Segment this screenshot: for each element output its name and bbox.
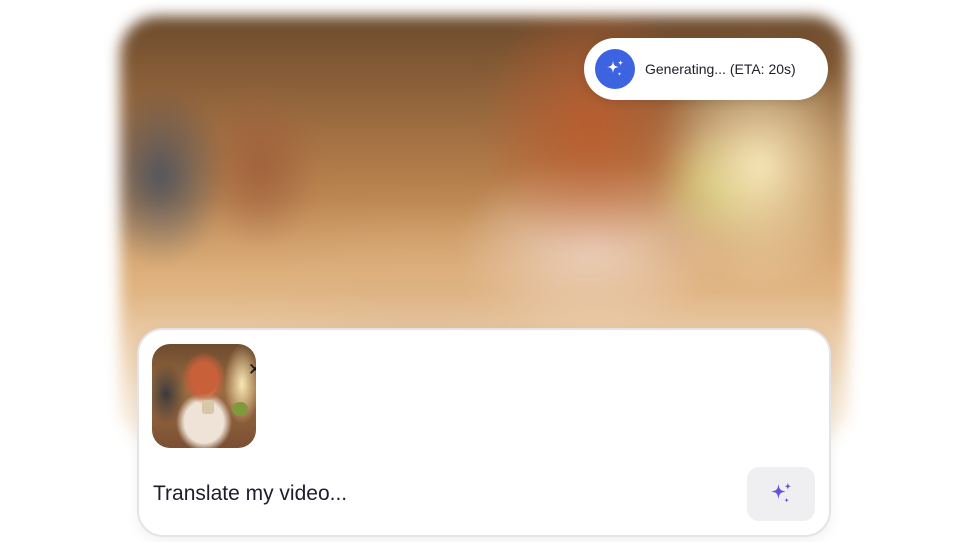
sparkle-icon [771,482,792,503]
attached-image-thumbnail[interactable]: ✕ [152,344,256,448]
close-icon[interactable]: ✕ [246,360,256,378]
thumbnail-detail [232,402,248,416]
generate-button[interactable] [747,467,815,521]
generation-status-text: Generating... (ETA: 20s) [645,61,796,77]
prompt-input[interactable]: Translate my video... [153,482,347,506]
generation-status-pill: Generating... (ETA: 20s) [584,38,828,100]
thumbnail-detail [202,400,214,414]
sparkle-icon [595,49,635,89]
app-stage: Generating... (ETA: 20s) ✕ Translate my … [0,0,964,542]
prompt-card: ✕ Translate my video... [137,328,831,537]
